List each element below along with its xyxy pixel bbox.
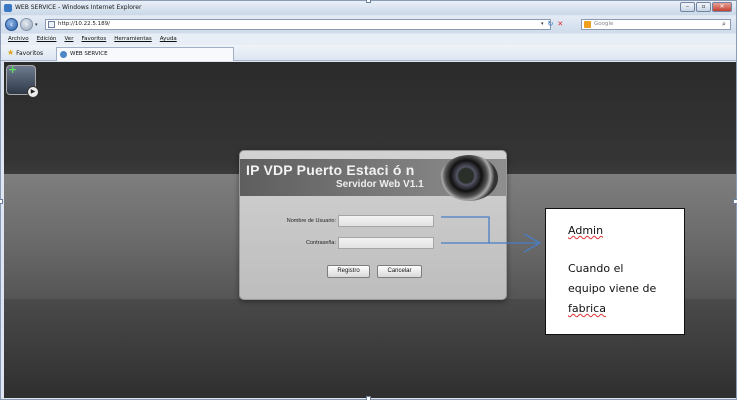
login-header: IP VDP Puerto Estaci ó n Servidor Web V1… xyxy=(240,155,506,201)
forward-button[interactable]: › xyxy=(20,18,33,31)
play-icon: ▶ xyxy=(27,86,39,98)
ie-icon xyxy=(4,4,12,12)
window-controls: – ▫ ✕ xyxy=(680,2,732,12)
window-title: WEB SERVICE - Windows Internet Explorer xyxy=(15,4,142,11)
plus-icon: + xyxy=(8,63,18,76)
maximize-button[interactable]: ▫ xyxy=(696,2,711,12)
browser-window: WEB SERVICE - Windows Internet Explorer … xyxy=(0,0,737,400)
tab-page-icon xyxy=(60,51,67,58)
url-dropdown-icon[interactable]: ▾ xyxy=(541,20,544,29)
login-title: IP VDP Puerto Estaci ó n xyxy=(246,162,415,178)
recent-pages-dropdown[interactable]: ▾ xyxy=(35,22,38,28)
url-input[interactable]: http://10.22.5.189/ xyxy=(45,19,551,30)
google-icon xyxy=(584,21,591,28)
note-line-3: equipo viene de xyxy=(568,282,657,295)
tab-web-service[interactable]: WEB SERVICE xyxy=(56,47,234,61)
resize-handle-top[interactable] xyxy=(366,0,371,3)
favorites-button[interactable]: ★ Favoritos xyxy=(7,48,43,58)
menu-ayuda[interactable]: Ayuda xyxy=(160,34,177,45)
note-line-4: fabrica xyxy=(568,302,606,315)
menu-favoritos[interactable]: Favoritos xyxy=(81,34,106,45)
page-icon xyxy=(48,21,55,28)
resize-handle-left[interactable] xyxy=(0,199,3,204)
search-icon[interactable]: ⌕ xyxy=(722,20,726,29)
password-label: Contraseña: xyxy=(306,240,336,246)
tab-label: WEB SERVICE xyxy=(70,51,108,57)
username-input[interactable] xyxy=(338,215,434,227)
title-bar: WEB SERVICE - Windows Internet Explorer … xyxy=(1,1,736,15)
search-input[interactable]: Google xyxy=(581,19,731,30)
menu-herramientas[interactable]: Herramientas xyxy=(114,34,151,45)
refresh-icon[interactable]: ↻ xyxy=(548,20,554,29)
favorites-bar: ★ Favoritos WEB SERVICE xyxy=(1,45,736,61)
camera-lens-icon xyxy=(440,155,498,201)
favorites-label: Favoritos xyxy=(16,50,44,57)
url-tools: ▾ ↻ ✕ xyxy=(541,20,563,29)
login-panel: IP VDP Puerto Estaci ó n Servidor Web V1… xyxy=(239,150,507,300)
cancel-button[interactable]: Cancelar xyxy=(377,265,422,278)
note-line-2: Cuando el xyxy=(568,262,624,275)
url-text: http://10.22.5.189/ xyxy=(58,21,110,27)
star-icon: ★ xyxy=(7,48,15,57)
menu-archivo[interactable]: Archivo xyxy=(8,34,29,45)
resize-handle-bottom[interactable] xyxy=(366,396,371,400)
login-subtitle: Servidor Web V1.1 xyxy=(336,179,424,190)
back-button[interactable]: ‹ xyxy=(5,18,18,31)
plugin-install-icon[interactable]: + ▶ xyxy=(6,63,39,98)
note-username: Admin xyxy=(568,224,604,237)
minimize-button[interactable]: – xyxy=(680,2,695,12)
stop-icon[interactable]: ✕ xyxy=(557,20,563,29)
password-input[interactable] xyxy=(338,237,434,249)
close-button[interactable]: ✕ xyxy=(712,2,732,12)
search-placeholder: Google xyxy=(594,21,614,27)
username-label: Nombre de Usuario: xyxy=(286,218,336,224)
address-bar: ‹ › ▾ http://10.22.5.189/ ▾ ↻ ✕ Google ⌕ xyxy=(1,16,736,33)
menu-bar: Archivo Edición Ver Favoritos Herramient… xyxy=(1,34,736,45)
login-button[interactable]: Registro xyxy=(327,265,370,278)
resize-handle-right[interactable] xyxy=(733,199,737,204)
menu-ver[interactable]: Ver xyxy=(64,34,73,45)
annotation-note: Admin Cuando el equipo viene de fabrica xyxy=(545,208,685,335)
menu-edicion[interactable]: Edición xyxy=(37,34,57,45)
